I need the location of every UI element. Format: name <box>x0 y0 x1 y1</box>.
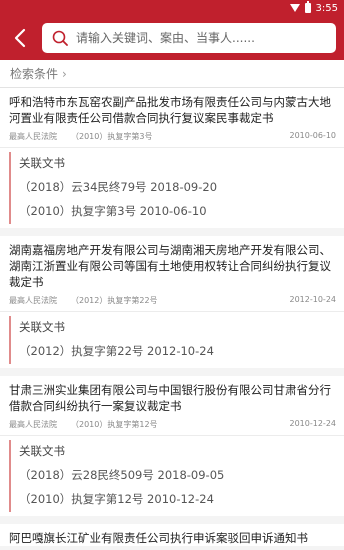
case-card[interactable]: 湖南嘉福房地产开发有限公司与湖南湘天房地产开发有限公司、湖南江浙置业有限公司等国… <box>0 236 344 368</box>
case-title[interactable]: 阿巴嘎旗长江矿业有限责任公司执行申诉案驳回申诉通知书 <box>0 524 344 546</box>
case-date: 2010-06-10 <box>289 131 337 140</box>
search-icon <box>52 30 68 46</box>
app-header <box>0 16 344 60</box>
search-box[interactable] <box>42 23 336 53</box>
court-name: 最高人民法院 <box>9 420 57 429</box>
court-name: 最高人民法院 <box>9 132 57 141</box>
related-label: 关联文书 <box>19 444 65 458</box>
case-meta: 最高人民法院 （2012）执复字第22号 2012-10-24 <box>0 290 344 312</box>
related-documents: 关联文书 （2018）云28民终509号 2018-09-05 （2010）执复… <box>0 436 344 516</box>
filter-bar[interactable]: 检索条件 › <box>0 60 344 88</box>
clock: 3:55 <box>315 2 338 14</box>
case-title[interactable]: 呼和浩特市东瓦窑农副产品批发市场有限责任公司与内蒙古大地河置业有限责任公司借款合… <box>0 88 344 126</box>
related-documents: 关联文书 （2018）云34民终79号 2018-09-20 （2010）执复字… <box>0 148 344 228</box>
case-card[interactable]: 阿巴嘎旗长江矿业有限责任公司执行申诉案驳回申诉通知书 <box>0 524 344 546</box>
status-bar: 3:55 <box>0 0 344 16</box>
search-input[interactable] <box>76 31 326 45</box>
case-number: （2010）执复字第12号 <box>71 420 158 429</box>
case-meta: 最高人民法院 （2010）执复字第3号 2010-06-10 <box>0 126 344 148</box>
case-meta: 最高人民法院 （2010）执复字第12号 2010-12-24 <box>0 414 344 436</box>
case-card[interactable]: 呼和浩特市东瓦窑农副产品批发市场有限责任公司与内蒙古大地河置业有限责任公司借款合… <box>0 88 344 228</box>
related-doc-link[interactable]: （2012）执复字第22号 2012-10-24 <box>19 340 336 364</box>
case-list: 呼和浩特市东瓦窑农副产品批发市场有限责任公司与内蒙古大地河置业有限责任公司借款合… <box>0 88 344 546</box>
case-number: （2012）执复字第22号 <box>71 296 158 305</box>
battery-icon <box>304 1 311 13</box>
case-date: 2012-10-24 <box>289 295 337 304</box>
related-label: 关联文书 <box>19 156 65 170</box>
related-documents: 关联文书 （2012）执复字第22号 2012-10-24 <box>0 312 344 368</box>
filter-label: 检索条件 <box>10 67 59 81</box>
back-button[interactable] <box>6 16 34 60</box>
court-name: 最高人民法院 <box>9 296 57 305</box>
case-date: 2010-12-24 <box>289 419 337 428</box>
case-number: （2010）执复字第3号 <box>71 132 153 141</box>
chevron-right-icon: › <box>62 66 67 81</box>
case-title[interactable]: 甘肃三洲实业集团有限公司与中国银行股份有限公司甘肃省分行借款合同纠纷执行一案复议… <box>0 376 344 414</box>
case-card[interactable]: 甘肃三洲实业集团有限公司与中国银行股份有限公司甘肃省分行借款合同纠纷执行一案复议… <box>0 376 344 516</box>
related-doc-link[interactable]: （2010）执复字第12号 2010-12-24 <box>19 488 336 512</box>
related-doc-link[interactable]: （2010）执复字第3号 2010-06-10 <box>19 200 336 224</box>
case-title[interactable]: 湖南嘉福房地产开发有限公司与湖南湘天房地产开发有限公司、湖南江浙置业有限公司等国… <box>0 236 344 290</box>
back-arrow-icon <box>14 28 26 48</box>
related-doc-link[interactable]: （2018）云34民终79号 2018-09-20 <box>19 176 336 200</box>
related-label: 关联文书 <box>19 320 65 334</box>
related-doc-link[interactable]: （2018）云28民终509号 2018-09-05 <box>19 464 336 488</box>
wifi-icon <box>289 4 300 12</box>
